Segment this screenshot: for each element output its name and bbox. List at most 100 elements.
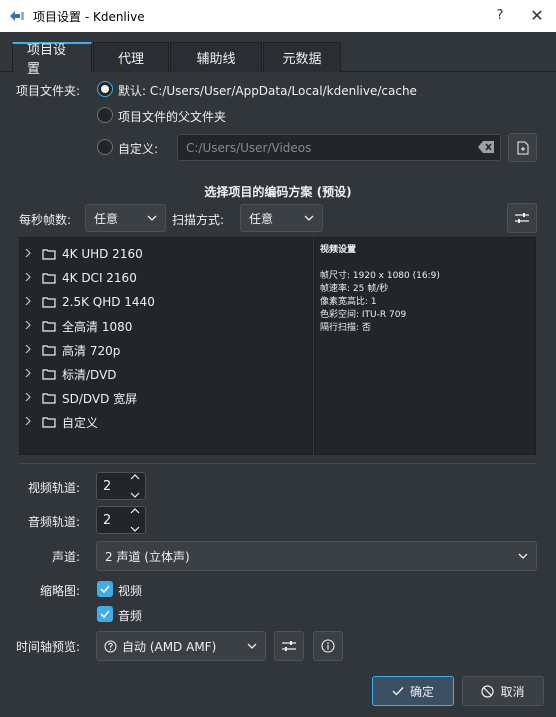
profile-tree[interactable]: 4K UHD 2160 4K DCI 2160 2.5K QHD 1440 全高… [19, 237, 313, 455]
manage-profiles-button[interactable] [507, 203, 537, 233]
cancel-button[interactable]: 取消 [462, 676, 544, 706]
info-line: 隔行扫描: 否 [320, 323, 371, 333]
thumbnails-video-label[interactable]: 视频 [118, 582, 142, 599]
folder-custom-radio[interactable] [97, 139, 113, 155]
tab-guides[interactable]: 辅助线 [170, 42, 262, 72]
folder-custom-label[interactable]: 自定义: [118, 140, 158, 157]
tab-bar: 项目设置 代理 辅助线 元数据 [12, 42, 342, 77]
preview-settings-button[interactable] [274, 631, 304, 661]
configure-icon [282, 640, 296, 652]
title-bar: 项目设置 - Kdenlive ? ✕ [0, 0, 556, 32]
folder-icon [42, 392, 56, 404]
tree-item-label: 高清 720p [62, 343, 121, 358]
spin-arrows[interactable] [127, 508, 143, 532]
info-line: 色彩空间: ITU-R 709 [320, 310, 407, 320]
folder-parent-radio[interactable] [97, 107, 113, 123]
thumbnails-audio-label[interactable]: 音频 [118, 607, 142, 624]
thumbnails-audio-checkbox[interactable] [97, 606, 113, 622]
checkmark-icon [392, 686, 404, 696]
spin-up-icon [130, 474, 140, 480]
expand-arrow-icon[interactable] [24, 319, 36, 333]
help-icon[interactable]: ? [492, 8, 508, 24]
timeline-preview-label: 时间轴预览: [16, 640, 81, 654]
ok-label: 确定 [409, 684, 434, 699]
audio-tracks-spinbox[interactable]: 2 [96, 506, 146, 534]
checkmark-icon [100, 585, 110, 593]
video-tracks-value: 2 [103, 478, 112, 494]
expand-arrow-icon[interactable] [24, 295, 36, 309]
tree-item[interactable]: 4K UHD 2160 [20, 242, 310, 266]
profile-info-panel: 视频设置 帧尺寸: 1920 x 1080 (16:9) 帧速率: 25 帧/秒… [314, 237, 536, 455]
spin-up-icon [130, 508, 140, 514]
folder-icon [42, 320, 56, 332]
tree-item[interactable]: 全高清 1080 [20, 314, 310, 338]
scan-label: 扫描方式: [172, 213, 225, 227]
ok-button[interactable]: 确定 [372, 676, 454, 706]
tree-item[interactable]: 4K DCI 2160 [20, 266, 310, 290]
tree-item[interactable]: 2.5K QHD 1440 [20, 290, 310, 314]
thumbnails-video-checkbox[interactable] [97, 581, 113, 597]
profile-section-title: 选择项目的编码方案 (预设) [204, 185, 352, 199]
tree-item-label: 4K DCI 2160 [62, 271, 137, 285]
tree-item-label: 全高清 1080 [62, 319, 133, 334]
video-tracks-spinbox[interactable]: 2 [96, 472, 146, 500]
info-line: 像素宽高比: 1 [320, 297, 377, 307]
expand-arrow-icon[interactable] [24, 391, 36, 405]
folder-default-label[interactable]: 默认: C:/Users/User/AppData/Local/kdenlive… [118, 82, 417, 99]
tree-item[interactable]: 标清/DVD [20, 362, 310, 386]
tree-item[interactable]: 高清 720p [20, 338, 310, 362]
chevron-down-icon [247, 643, 257, 649]
channels-select[interactable]: 2 声道 (立体声) [96, 541, 537, 571]
scan-select[interactable]: 任意 [240, 204, 323, 232]
folder-icon [42, 248, 56, 260]
custom-folder-input[interactable]: C:/Users/User/Videos [177, 134, 501, 161]
fps-value: 任意 [94, 211, 119, 226]
spin-down-icon [130, 526, 140, 532]
custom-folder-value: C:/Users/User/Videos [186, 140, 312, 155]
info-line: 帧尺寸: 1920 x 1080 (16:9) [320, 271, 440, 281]
audio-tracks-value: 2 [103, 512, 112, 528]
tab-metadata[interactable]: 元数据 [263, 42, 341, 72]
fps-select[interactable]: 任意 [85, 204, 166, 232]
folder-icon [42, 368, 56, 380]
fps-label: 每秒帧数: [19, 213, 72, 227]
tab-proxy[interactable]: 代理 [93, 42, 169, 72]
document-open-icon [517, 141, 529, 155]
audio-tracks-label: 音频轨道: [28, 515, 81, 529]
chevron-down-icon [147, 215, 157, 221]
folder-default-radio[interactable] [97, 81, 113, 97]
folder-icon [42, 416, 56, 428]
tree-item[interactable]: 自定义 [20, 410, 310, 434]
open-folder-button[interactable] [508, 133, 537, 162]
expand-arrow-icon[interactable] [24, 415, 36, 429]
expand-arrow-icon[interactable] [24, 271, 36, 285]
thumbnails-label: 缩略图: [40, 584, 81, 598]
tab-project-settings[interactable]: 项目设置 [12, 42, 92, 77]
expand-arrow-icon[interactable] [24, 367, 36, 381]
timeline-preview-select[interactable]: 自动 (AMD AMF) [96, 631, 266, 661]
channels-value: 2 声道 (立体声) [105, 549, 190, 564]
spin-arrows[interactable] [127, 474, 143, 498]
folder-parent-label[interactable]: 项目文件的父文件夹 [118, 108, 226, 125]
tree-item-label: SD/DVD 宽屏 [62, 391, 138, 406]
scan-value: 任意 [249, 211, 274, 226]
expand-arrow-icon[interactable] [24, 343, 36, 357]
tree-item[interactable]: SD/DVD 宽屏 [20, 386, 310, 410]
window-title: 项目设置 - Kdenlive [33, 9, 145, 24]
divider [19, 463, 537, 464]
folder-icon [42, 296, 56, 308]
preview-info-button[interactable] [313, 631, 343, 661]
configure-icon [515, 212, 529, 224]
info-line: 帧速率: 25 帧/秒 [320, 284, 389, 294]
tree-item-label: 标清/DVD [62, 367, 117, 382]
tree-item-label: 2.5K QHD 1440 [62, 295, 155, 309]
clear-text-icon[interactable] [478, 141, 494, 153]
checkmark-icon [100, 610, 110, 618]
folder-icon [42, 272, 56, 284]
close-icon[interactable]: ✕ [528, 7, 546, 25]
folder-icon [42, 344, 56, 356]
video-tracks-label: 视频轨道: [28, 481, 81, 495]
chevron-down-icon [518, 553, 528, 559]
expand-arrow-icon[interactable] [24, 247, 36, 261]
kdenlive-app-icon [9, 8, 25, 24]
